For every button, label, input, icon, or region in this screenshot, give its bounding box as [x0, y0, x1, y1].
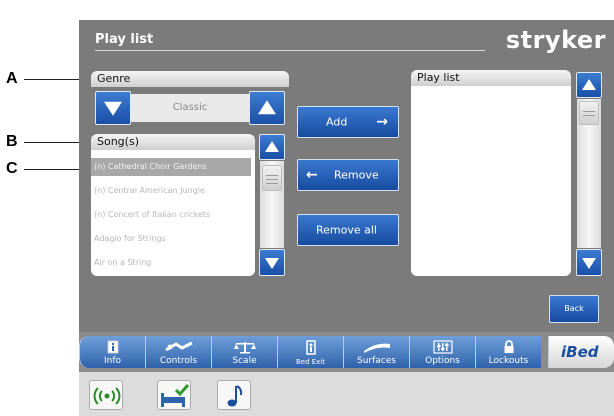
tab-bed-exit-label: Bed Exit	[295, 358, 326, 366]
title-divider	[95, 50, 485, 51]
add-button[interactable]: Add →	[297, 106, 399, 138]
device-screen: Play list stryker Genre Classic Song(s) …	[79, 20, 614, 416]
playlist-scrollbar-track[interactable]	[577, 99, 601, 248]
songs-scrollbar-track[interactable]	[260, 161, 284, 248]
grip-line	[266, 175, 278, 176]
grip-line	[583, 111, 595, 112]
tab-options-label: Options	[425, 356, 460, 366]
tab-lockouts[interactable]: Lockouts	[475, 336, 541, 368]
genre-header: Genre	[91, 71, 289, 87]
tab-controls-label: Controls	[159, 356, 198, 366]
grip-line	[583, 115, 595, 116]
songs-scroll-up-button[interactable]	[259, 134, 285, 160]
surfaces-icon	[363, 343, 390, 353]
tab-scale-label: Scale	[232, 356, 257, 366]
status-bed-check-button[interactable]	[157, 380, 191, 410]
arrow-left-icon: ←	[306, 167, 318, 183]
remove-label: Remove	[334, 168, 379, 182]
genre-up-button[interactable]	[249, 91, 285, 125]
callout-a: A	[6, 70, 18, 87]
info-icon	[107, 340, 118, 354]
options-icon	[432, 340, 453, 354]
playlist-list[interactable]	[411, 86, 571, 276]
status-wireless-button[interactable]	[89, 380, 123, 410]
controls-icon	[164, 341, 193, 352]
song-item-selected[interactable]: (n) Cathedral Choir Gardens	[91, 158, 251, 176]
grip-line	[266, 179, 278, 180]
genre-value: Classic	[131, 94, 249, 122]
tab-surfaces[interactable]: Surfaces	[343, 336, 409, 368]
remove-all-button[interactable]: Remove all	[297, 214, 399, 246]
arrow-up-icon	[258, 100, 276, 115]
tab-bed-exit[interactable]: Bed Exit	[277, 336, 343, 368]
callout-b: B	[6, 133, 18, 150]
arrow-down-icon	[582, 257, 596, 269]
genre-down-button[interactable]	[95, 91, 131, 125]
songs-header: Song(s)	[91, 134, 255, 150]
playlist-header: Play list	[411, 70, 571, 86]
tab-info-label: Info	[103, 356, 122, 366]
brand-logo: stryker	[505, 26, 606, 54]
songs-scroll-down-button[interactable]	[259, 249, 285, 276]
add-label: Add	[326, 115, 348, 129]
remove-all-label: Remove all	[316, 223, 377, 237]
grip-line	[266, 183, 278, 184]
bottom-tab-bar: Info Controls Scale Bed Exit Surfaces Op…	[79, 332, 614, 372]
bed-check-icon	[161, 384, 190, 407]
remove-button[interactable]: ← Remove	[297, 159, 399, 191]
bed-exit-icon	[305, 340, 316, 355]
arrow-up-icon	[265, 140, 279, 152]
song-item[interactable]: Adagio for Strings	[94, 234, 166, 243]
lock-icon	[504, 340, 513, 353]
tab-info[interactable]: Info	[79, 336, 145, 368]
tab-lockouts-label: Lockouts	[488, 356, 529, 366]
playlist-scrollbar-thumb[interactable]	[579, 101, 599, 125]
tab-controls[interactable]: Controls	[145, 336, 211, 368]
tab-surfaces-label: Surfaces	[357, 356, 396, 366]
arrow-up-icon	[582, 78, 596, 90]
arrow-down-icon	[104, 101, 122, 116]
song-item[interactable]: Air on a String	[94, 258, 151, 267]
status-bar	[79, 372, 614, 416]
music-note-icon	[227, 385, 243, 407]
arrow-down-icon	[265, 257, 279, 269]
page-title: Play list	[95, 32, 154, 47]
song-item[interactable]: (n) Concert of Italian crickets	[94, 210, 210, 219]
songs-scrollbar-thumb[interactable]	[262, 165, 282, 191]
wireless-icon	[93, 387, 121, 405]
callout-c: C	[6, 160, 18, 177]
song-item[interactable]: (n) Central American Jungle	[94, 186, 205, 195]
playlist-scroll-up-button[interactable]	[576, 72, 602, 98]
tab-options[interactable]: Options	[409, 336, 475, 368]
arrow-right-icon: →	[376, 114, 388, 130]
tab-scale[interactable]: Scale	[211, 336, 277, 368]
status-music-button[interactable]	[217, 380, 251, 410]
playlist-scroll-down-button[interactable]	[576, 249, 602, 276]
songs-list[interactable]: (n) Cathedral Choir Gardens (n) Central …	[91, 150, 255, 276]
scale-icon	[233, 342, 256, 354]
ibed-logo: iBed	[561, 343, 599, 361]
tab-ibed[interactable]: iBed	[548, 336, 614, 368]
back-button[interactable]: Back	[549, 295, 599, 323]
